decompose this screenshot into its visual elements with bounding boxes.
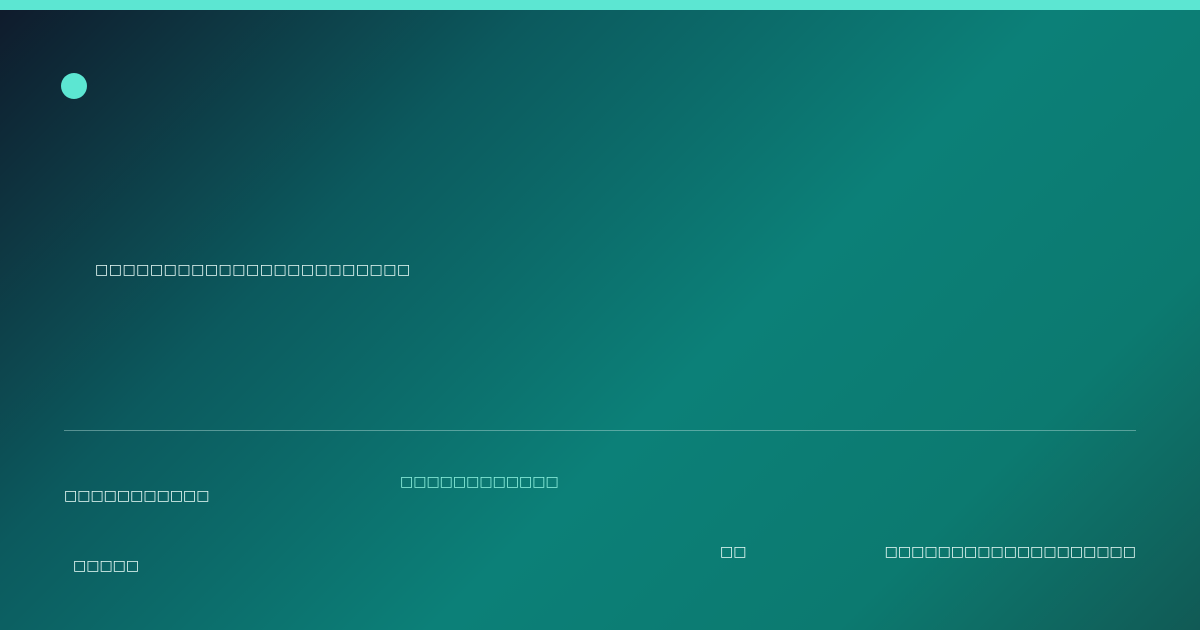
top-accent-bar xyxy=(0,0,1200,10)
footer-left-title: □□□□□□□□□□□ xyxy=(64,488,210,504)
hero-tagline: □□□□□□□□□□□□□□□□□□□□□□□ xyxy=(95,262,411,278)
footer-middle-text: □□ xyxy=(720,544,747,560)
brand-dot-icon xyxy=(61,73,87,99)
footer-right-text: □□□□□□□□□□□□□□□□□□□ xyxy=(884,544,1136,560)
footer-left-subtitle: □□□□□ xyxy=(73,558,140,574)
section-divider xyxy=(64,430,1136,431)
footer-center-label: □□□□□□□□□□□□ xyxy=(400,474,559,490)
